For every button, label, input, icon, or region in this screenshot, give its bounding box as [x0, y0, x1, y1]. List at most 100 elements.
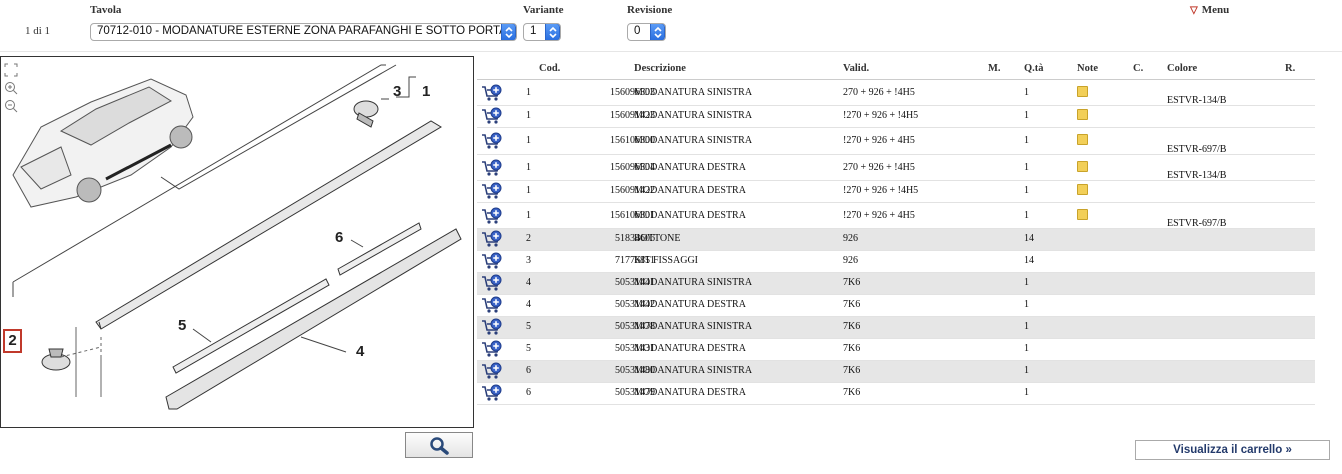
row-qty: 1: [1024, 210, 1029, 221]
add-to-cart-icon[interactable]: [481, 252, 503, 270]
add-to-cart-icon[interactable]: [481, 84, 503, 102]
table-row: 6 50531480 MODANATURA SINISTRA 7K6 1: [477, 361, 1315, 383]
row-ref: 5: [526, 321, 531, 332]
table-row: 4 50531442 MODANATURA DESTRA 7K6 1: [477, 295, 1315, 317]
table-row: 1 156091422 MODANATURA DESTRA !270 + 926 + …: [477, 181, 1315, 203]
parts-diagram[interactable]: 1 3 6 5 4 2: [0, 56, 474, 428]
note-icon[interactable]: [1077, 109, 1088, 120]
table-row: 6 50531479 MODANATURA DESTRA 7K6 1: [477, 383, 1315, 405]
table-row: 1 156091423 MODANATURA SINISTRA !270 + 926 …: [477, 106, 1315, 128]
row-ref: 4: [526, 277, 531, 288]
tavola-label: Tavola: [90, 4, 122, 16]
callout-6[interactable]: 6: [335, 229, 343, 246]
select-arrows-icon: [650, 24, 665, 40]
table-row: 1 156106301 MODANATURA DESTRA !270 + 926 + …: [477, 203, 1315, 229]
row-valid: !270 + 926 + !4H5: [843, 185, 919, 196]
row-valid: 270 + 926 + !4H5: [843, 87, 915, 98]
row-color: ESTVR-134/B: [1167, 170, 1227, 181]
callout-1[interactable]: 1: [422, 83, 430, 100]
table-row: 1 156106300 MODANATURA SINISTRA !270 + 926 …: [477, 128, 1315, 155]
row-qty: 1: [1024, 110, 1029, 121]
callout-3[interactable]: 3: [393, 83, 401, 100]
page-info: 1 di 1: [25, 25, 51, 37]
table-row: 1 156096504 MODANATURA DESTRA 270 + 926 + !…: [477, 155, 1315, 181]
row-ref: 1: [526, 162, 531, 173]
menu-triangle-icon: ▽: [1190, 5, 1198, 16]
add-to-cart-icon[interactable]: [481, 340, 503, 358]
clip-part: [353, 100, 379, 128]
add-to-cart-icon[interactable]: [481, 182, 503, 200]
tavola-select-value: 70712-010 - MODANATURE ESTERNE ZONA PARA…: [97, 25, 507, 37]
add-to-cart-icon[interactable]: [481, 384, 503, 402]
row-qty: 1: [1024, 387, 1029, 398]
callout-5[interactable]: 5: [178, 317, 186, 334]
add-to-cart-icon[interactable]: [481, 318, 503, 336]
variante-select-value: 1: [530, 25, 537, 37]
table-body: 1 156096503 MODANATURA SINISTRA 270 + 926 +…: [477, 80, 1315, 405]
row-description: MODANATURA SINISTRA: [634, 277, 753, 288]
row-valid: 7K6: [843, 277, 861, 288]
note-icon[interactable]: [1077, 134, 1088, 145]
row-valid: !270 + 926 + 4H5: [843, 135, 915, 146]
note-icon[interactable]: [1077, 86, 1088, 97]
top-bar: 1 di 1 Tavola 70712-010 - MODANATURE EST…: [0, 0, 1342, 52]
search-button[interactable]: [405, 432, 473, 458]
row-valid: 7K6: [843, 299, 861, 310]
row-valid: 926: [843, 233, 858, 244]
row-ref: 1: [526, 185, 531, 196]
note-icon[interactable]: [1077, 209, 1088, 220]
col-m: M.: [988, 63, 1001, 74]
note-icon[interactable]: [1077, 184, 1088, 195]
row-qty: 1: [1024, 321, 1029, 332]
row-ref: 1: [526, 210, 531, 221]
row-valid: !270 + 926 + !4H5: [843, 110, 919, 121]
add-to-cart-icon[interactable]: [481, 274, 503, 292]
add-to-cart-icon[interactable]: [481, 207, 503, 225]
table-header: Cod. Descrizione Valid. M. Q.tà Note C. …: [477, 58, 1315, 80]
button-part: [41, 348, 71, 371]
table-row: 3 71776851 KIT FISSAGGI 926 14: [477, 251, 1315, 273]
row-ref: 6: [526, 387, 531, 398]
add-to-cart-icon[interactable]: [481, 132, 503, 150]
callout-4[interactable]: 4: [356, 343, 364, 360]
table-row: 1 156096503 MODANATURA SINISTRA 270 + 926 +…: [477, 80, 1315, 106]
row-valid: 7K6: [843, 343, 861, 354]
row-description: MODANATURA SINISTRA: [634, 365, 753, 376]
row-valid: !270 + 926 + 4H5: [843, 210, 915, 221]
diagram-drawing: [12, 64, 462, 410]
row-ref: 5: [526, 343, 531, 354]
row-valid: 7K6: [843, 365, 861, 376]
add-to-cart-icon[interactable]: [481, 159, 503, 177]
table-row: 5 50531478 MODANATURA SINISTRA 7K6 1: [477, 317, 1315, 339]
add-to-cart-icon[interactable]: [481, 107, 503, 125]
row-description: MODANATURA DESTRA: [634, 210, 746, 221]
menu-button[interactable]: ▽ Menu: [1190, 4, 1229, 16]
row-qty: 14: [1024, 255, 1034, 266]
row-qty: 1: [1024, 277, 1029, 288]
col-valid: Valid.: [843, 63, 870, 74]
row-description: MODANATURA SINISTRA: [634, 110, 753, 121]
callout-2-highlighted[interactable]: 2: [3, 329, 22, 353]
row-valid: 926: [843, 255, 858, 266]
row-description: MODANATURA DESTRA: [634, 387, 746, 398]
add-to-cart-icon[interactable]: [481, 296, 503, 314]
tavola-select[interactable]: 70712-010 - MODANATURE ESTERNE ZONA PARA…: [90, 23, 517, 41]
revisione-select[interactable]: 0: [627, 23, 666, 41]
note-icon[interactable]: [1077, 161, 1088, 172]
row-description: MODANATURA DESTRA: [634, 162, 746, 173]
row-description: MODANATURA SINISTRA: [634, 87, 753, 98]
add-to-cart-icon[interactable]: [481, 362, 503, 380]
view-cart-button[interactable]: Visualizza il carrello »: [1135, 440, 1330, 460]
row-ref: 1: [526, 110, 531, 121]
row-ref: 4: [526, 299, 531, 310]
variante-label: Variante: [523, 4, 564, 16]
row-valid: 7K6: [843, 321, 861, 332]
parts-table: Cod. Descrizione Valid. M. Q.tà Note C. …: [477, 58, 1315, 405]
row-description: BOTTONE: [634, 233, 681, 244]
row-description: MODANATURA SINISTRA: [634, 321, 753, 332]
row-qty: 1: [1024, 299, 1029, 310]
add-to-cart-icon[interactable]: [481, 230, 503, 248]
row-ref: 2: [526, 233, 531, 244]
car-illustration: [12, 78, 194, 208]
variante-select[interactable]: 1: [523, 23, 561, 41]
